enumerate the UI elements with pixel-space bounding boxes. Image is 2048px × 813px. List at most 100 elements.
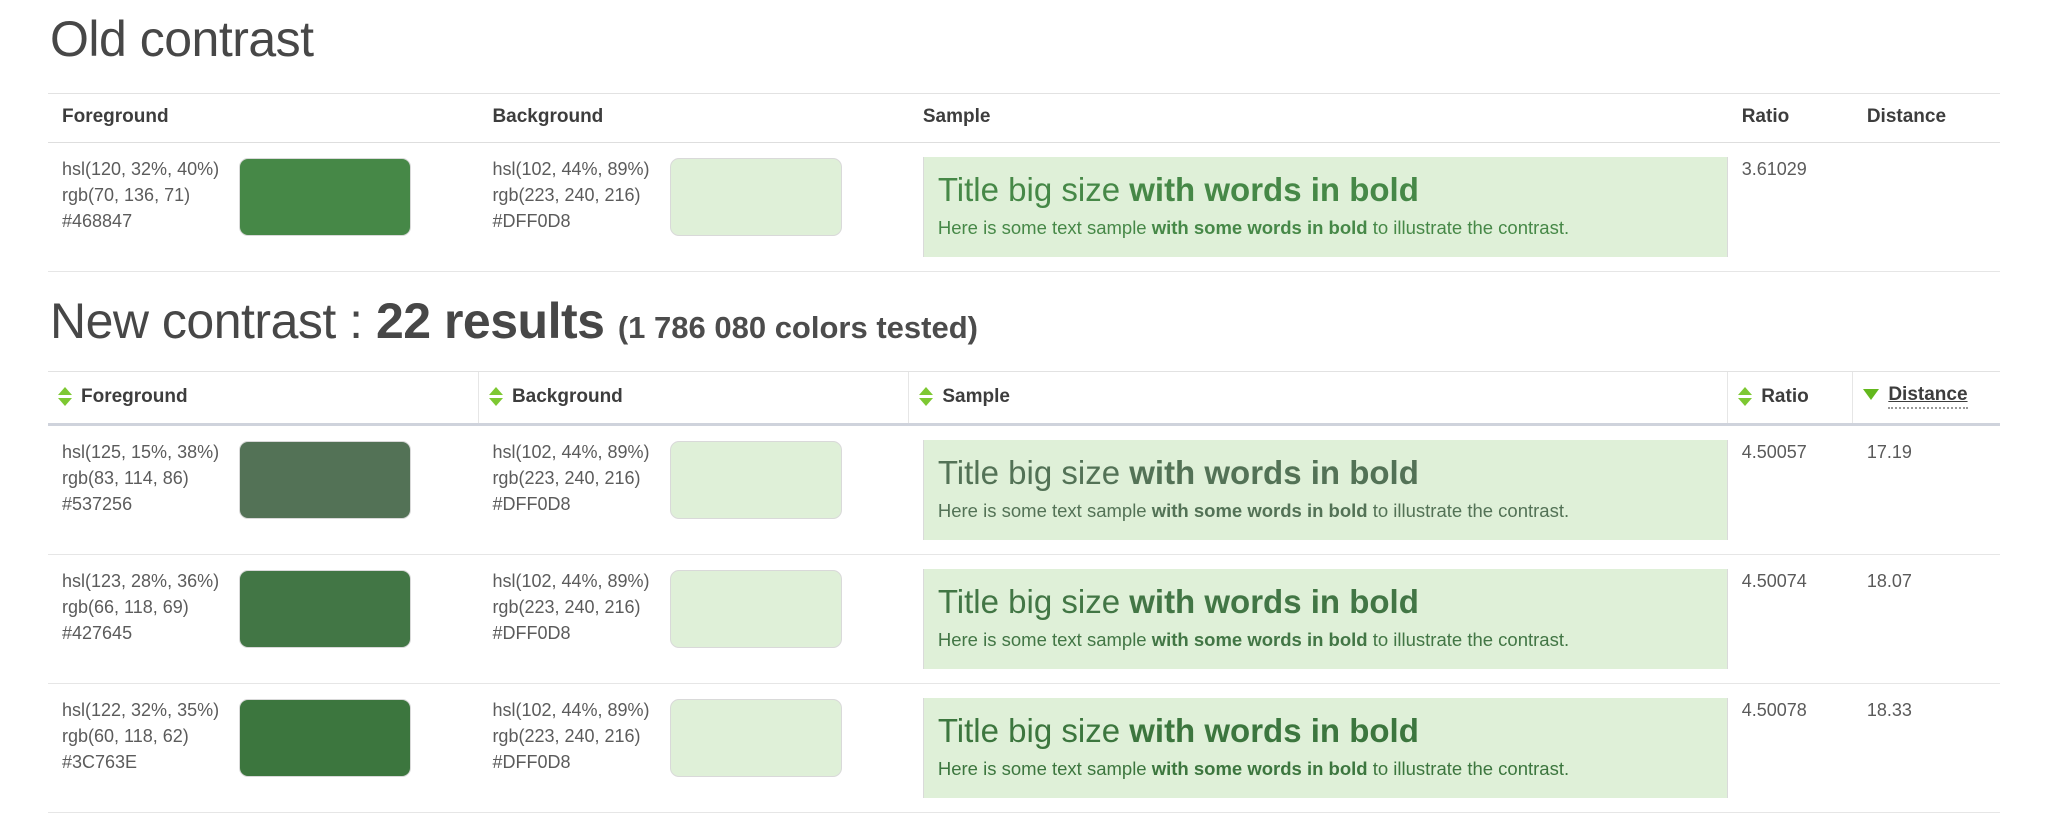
sample-title-bold: with words in bold bbox=[1129, 583, 1419, 620]
column-header-label: Ratio bbox=[1761, 385, 1809, 407]
sortable-column-header-ratio[interactable]: Ratio bbox=[1727, 371, 1853, 426]
bg-color-group: hsl(102, 44%, 89%) rgb(223, 240, 216) #DFF… bbox=[492, 698, 908, 777]
new-contrast-colors-tested: (1 786 080 colors tested) bbox=[617, 310, 978, 345]
cell-ratio: 3.61029 bbox=[1727, 142, 1853, 272]
sample-body-post: to illustrate the contrast. bbox=[1367, 628, 1570, 650]
sample-preview: Title big size with words in bold Here is… bbox=[922, 698, 1728, 798]
cell-fg: hsl(120, 32%, 40%) rgb(70, 136, 71) #46884… bbox=[48, 142, 479, 272]
sample-title-bold: with words in bold bbox=[1129, 454, 1419, 491]
sample-body-post: to illustrate the contrast. bbox=[1367, 757, 1570, 779]
sample-body-pre: Here is some text sample bbox=[937, 499, 1152, 521]
fg-hsl: hsl(122, 32%, 35%) bbox=[62, 700, 220, 720]
page-title-old-contrast: Old contrast bbox=[50, 11, 314, 67]
sample-body-bold: with some words in bold bbox=[1151, 216, 1368, 238]
bg-rgb: rgb(223, 240, 216) bbox=[492, 725, 641, 746]
old-contrast-table: Foreground Background Sample Ratio Dista… bbox=[48, 93, 2000, 272]
sort-descending-icon[interactable] bbox=[1863, 388, 1880, 402]
sortable-column-header-background[interactable]: Background bbox=[477, 371, 909, 426]
fg-hex: #3C763E bbox=[62, 751, 138, 772]
fg-color-codes: hsl(122, 32%, 35%) rgb(60, 118, 62) #3C763… bbox=[62, 698, 219, 776]
column-header-label: Background bbox=[511, 385, 623, 407]
cell-bg: hsl(102, 44%, 89%) rgb(223, 240, 216) #DFF… bbox=[478, 424, 909, 555]
bg-color-group: hsl(102, 44%, 89%) rgb(223, 240, 216) #DFF… bbox=[492, 440, 908, 519]
fg-hsl: hsl(125, 15%, 38%) bbox=[62, 442, 220, 462]
column-header-sample: Sample bbox=[908, 93, 1728, 143]
sort-both-arrows-icon[interactable] bbox=[919, 386, 934, 406]
sample-title-bold: with words in bold bbox=[1129, 712, 1419, 749]
cell-distance: 18.07 bbox=[1852, 554, 2000, 684]
sample-preview: Title big size with words in bold Here is… bbox=[922, 157, 1728, 257]
bg-color-group: hsl(102, 44%, 89%) rgb(223, 240, 216) #DFF… bbox=[492, 157, 908, 236]
column-header-distance: Distance bbox=[1852, 93, 2000, 143]
cell-fg: hsl(123, 28%, 36%) rgb(66, 118, 69) #42764… bbox=[48, 554, 479, 684]
cell-ratio: 4.50057 bbox=[1727, 424, 1853, 555]
page-root: Old contrast Foreground Background Sampl… bbox=[0, 12, 2048, 813]
fg-rgb: rgb(60, 118, 62) bbox=[62, 725, 189, 746]
sort-both-arrows-icon[interactable] bbox=[488, 386, 504, 406]
column-header-label: Distance bbox=[1888, 384, 1968, 409]
sort-both-arrows-icon[interactable] bbox=[58, 386, 73, 406]
cell-ratio: 4.50078 bbox=[1727, 683, 1853, 813]
bg-color-codes: hsl(102, 44%, 89%) rgb(223, 240, 216) #DFF… bbox=[492, 157, 649, 235]
sample-body-bold: with some words in bold bbox=[1151, 757, 1368, 779]
sample-body: Here is some text sample with some words… bbox=[938, 498, 1713, 524]
new-contrast-result-count: 22 results bbox=[375, 293, 605, 349]
fg-color-swatch bbox=[239, 158, 412, 236]
sample-title-normal: Title big size bbox=[937, 171, 1130, 208]
cell-distance: 17.19 bbox=[1852, 424, 2000, 555]
fg-color-swatch bbox=[239, 570, 412, 648]
column-header-ratio: Ratio bbox=[1727, 93, 1853, 143]
cell-distance: 18.33 bbox=[1852, 683, 2000, 813]
column-header-background: Background bbox=[478, 93, 909, 143]
sortable-column-header-sample[interactable]: Sample bbox=[908, 371, 1728, 426]
bg-color-codes: hsl(102, 44%, 89%) rgb(223, 240, 216) #DFF… bbox=[492, 440, 649, 518]
bg-color-swatch bbox=[669, 570, 842, 648]
cell-bg: hsl(102, 44%, 89%) rgb(223, 240, 216) #DFF… bbox=[478, 683, 909, 813]
sample-body-pre: Here is some text sample bbox=[937, 216, 1152, 238]
bg-color-swatch bbox=[669, 158, 842, 236]
bg-color-group: hsl(102, 44%, 89%) rgb(223, 240, 216) #DFF… bbox=[492, 569, 908, 648]
new-contrast-title-text: New contrast : bbox=[50, 293, 376, 349]
sample-title-normal: Title big size bbox=[937, 583, 1130, 620]
fg-color-swatch bbox=[239, 699, 412, 777]
cell-sample: Title big size with words in bold Here is… bbox=[908, 424, 1728, 555]
cell-bg: hsl(102, 44%, 89%) rgb(223, 240, 216) #DFF… bbox=[478, 142, 909, 272]
bg-hsl: hsl(102, 44%, 89%) bbox=[492, 571, 650, 591]
cell-sample: Title big size with words in bold Here is… bbox=[908, 554, 1728, 684]
fg-color-group: hsl(125, 15%, 38%) rgb(83, 114, 86) #53725… bbox=[62, 440, 478, 519]
sample-body: Here is some text sample with some words… bbox=[938, 627, 1713, 653]
table-row: hsl(120, 32%, 40%) rgb(70, 136, 71) #46884… bbox=[48, 142, 2000, 272]
sortable-column-header-foreground[interactable]: Foreground bbox=[48, 371, 479, 426]
sample-title-normal: Title big size bbox=[937, 712, 1130, 749]
sample-title-normal: Title big size bbox=[937, 454, 1130, 491]
fg-rgb: rgb(83, 114, 86) bbox=[62, 467, 189, 488]
column-header-label: Foreground bbox=[81, 385, 188, 407]
sample-body-pre: Here is some text sample bbox=[937, 628, 1152, 650]
column-header-foreground: Foreground bbox=[48, 93, 479, 143]
sample-title: Title big size with words in bold bbox=[938, 452, 1713, 494]
sort-both-arrows-icon[interactable] bbox=[1738, 386, 1753, 406]
fg-hex: #468847 bbox=[62, 210, 133, 231]
new-table-header: Foreground Background Sample Ratio Distance bbox=[48, 371, 2000, 426]
sample-title: Title big size with words in bold bbox=[938, 169, 1713, 211]
new-contrast-table: Foreground Background Sample Ratio Distance … bbox=[48, 371, 2000, 813]
fg-color-group: hsl(122, 32%, 35%) rgb(60, 118, 62) #3C763… bbox=[62, 698, 478, 777]
fg-hsl: hsl(120, 32%, 40%) bbox=[62, 159, 220, 179]
sample-body-bold: with some words in bold bbox=[1151, 499, 1368, 521]
sortable-column-header-distance[interactable]: Distance bbox=[1852, 371, 2000, 426]
bg-hsl: hsl(102, 44%, 89%) bbox=[492, 442, 650, 462]
fg-color-group: hsl(120, 32%, 40%) rgb(70, 136, 71) #46884… bbox=[62, 157, 478, 236]
table-row: hsl(123, 28%, 36%) rgb(66, 118, 69) #42764… bbox=[48, 554, 2000, 684]
bg-hsl: hsl(102, 44%, 89%) bbox=[492, 700, 650, 720]
sample-title-bold: with words in bold bbox=[1129, 171, 1419, 208]
sample-body-pre: Here is some text sample bbox=[937, 757, 1152, 779]
fg-color-codes: hsl(120, 32%, 40%) rgb(70, 136, 71) #46884… bbox=[62, 157, 219, 235]
sample-body: Here is some text sample with some words… bbox=[938, 756, 1713, 782]
table-header-row: Foreground Background Sample Ratio Dista… bbox=[48, 93, 2000, 143]
bg-rgb: rgb(223, 240, 216) bbox=[492, 596, 641, 617]
old-table-body: hsl(120, 32%, 40%) rgb(70, 136, 71) #46884… bbox=[48, 142, 2000, 272]
sample-title: Title big size with words in bold bbox=[938, 581, 1713, 623]
cell-bg: hsl(102, 44%, 89%) rgb(223, 240, 216) #DFF… bbox=[478, 554, 909, 684]
fg-color-codes: hsl(125, 15%, 38%) rgb(83, 114, 86) #53725… bbox=[62, 440, 219, 518]
column-header-label: Sample bbox=[942, 385, 1010, 407]
